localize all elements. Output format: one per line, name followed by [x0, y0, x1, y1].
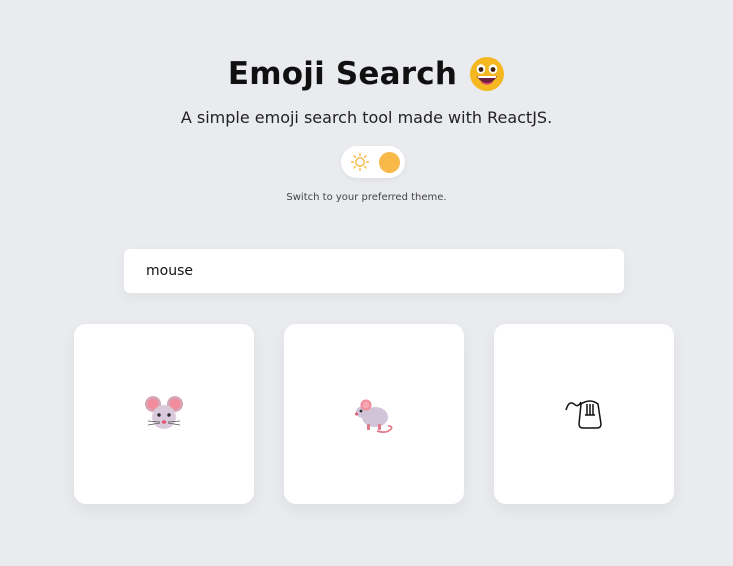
theme-hint: Switch to your preferred theme. [286, 192, 447, 203]
emoji-card[interactable] [74, 324, 254, 504]
title-row: Emoji Search [0, 52, 733, 96]
header: Emoji Search [0, 52, 733, 96]
computer-mouse-icon [564, 394, 604, 434]
search-input[interactable] [124, 249, 624, 293]
theme-toggle[interactable] [341, 146, 405, 178]
mouse-icon [353, 393, 395, 435]
emoji-search-app: Emoji Search A simple emoji search tool … [0, 0, 733, 566]
toggle-knob[interactable] [379, 152, 400, 173]
mouse-face-icon [144, 394, 184, 434]
sun-icon [350, 152, 370, 172]
grinning-face-icon [469, 56, 505, 92]
emoji-card[interactable] [284, 324, 464, 504]
subtitle: A simple emoji search tool made with Rea… [180, 108, 553, 127]
emoji-card[interactable] [494, 324, 674, 504]
page-title: Emoji Search [227, 56, 458, 92]
results-grid [74, 324, 674, 504]
